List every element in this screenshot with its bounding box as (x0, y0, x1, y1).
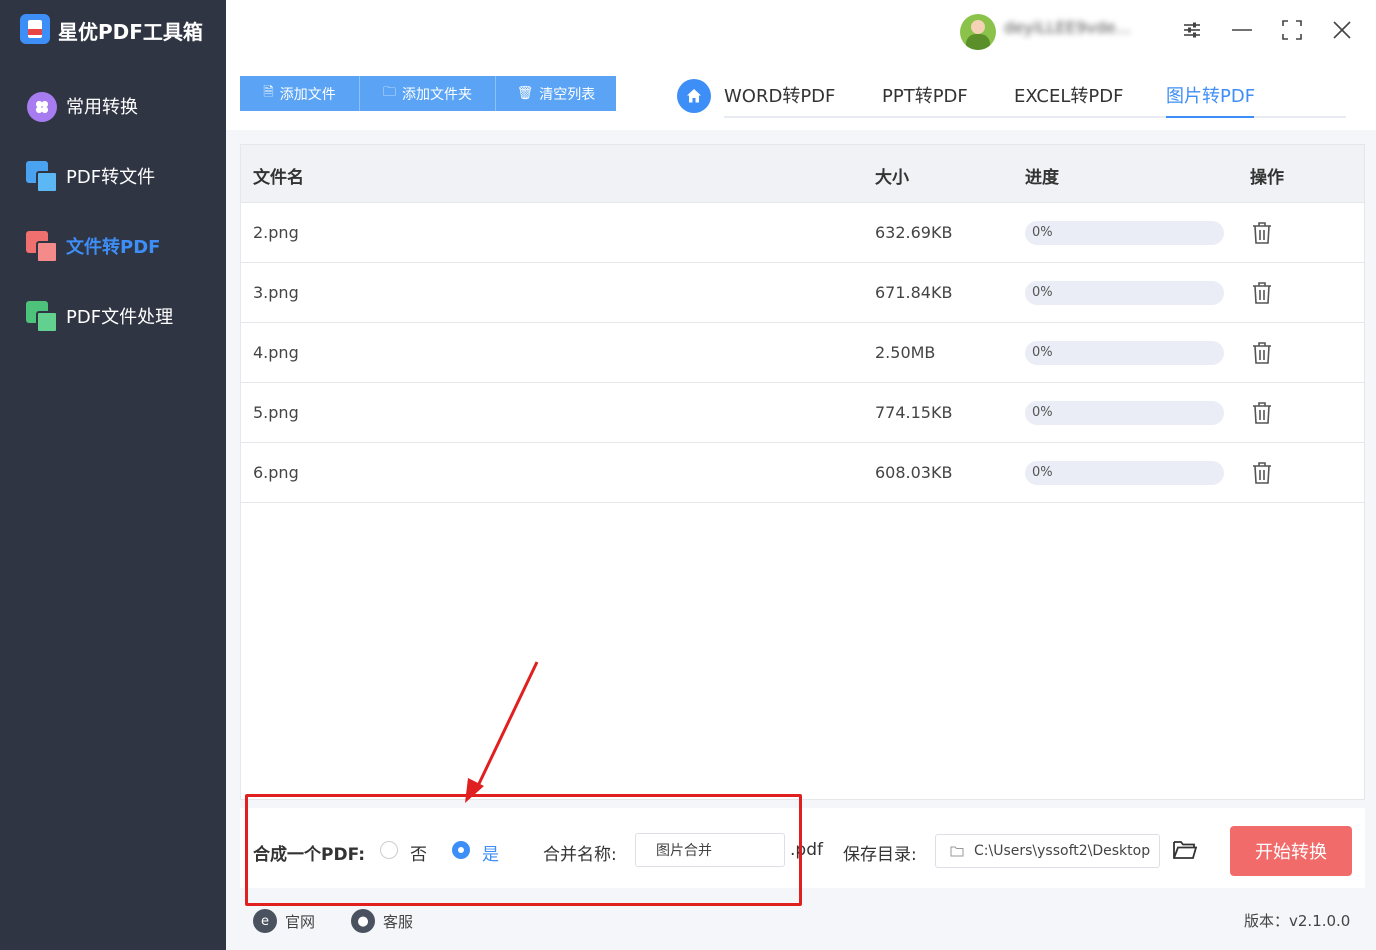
delete-row-icon[interactable] (1251, 401, 1273, 425)
chat-icon: ● (351, 909, 375, 933)
table-header: 文件名 大小 进度 操作 (241, 145, 1364, 203)
sidebar-item-label: 常用转换 (66, 97, 138, 118)
save-dir-label: 保存目录: (843, 845, 917, 865)
progress-bar: 0% (1025, 221, 1224, 245)
website-link[interactable]: e 官网 (253, 908, 315, 934)
file-size-cell: 2.50MB (875, 343, 936, 362)
progress-bar: 0% (1025, 461, 1224, 485)
delete-row-icon[interactable] (1251, 341, 1273, 365)
app-title: 星优PDF工具箱 (58, 20, 203, 44)
file-table: 文件名 大小 进度 操作 2.png 632.69KB 0% 3.png 671.84K… (240, 144, 1365, 800)
highlight-annotation-box (245, 794, 802, 906)
tab-excel-to-pdf[interactable]: EXCEL转PDF (1014, 82, 1123, 108)
column-header-name: 文件名 (253, 168, 304, 188)
username[interactable]: deyiLLEE9vde... (1004, 18, 1152, 40)
home-icon (687, 89, 701, 103)
file-size-cell: 774.15KB (875, 403, 953, 422)
file-toolbar: 🗎 添加文件 🗀 添加文件夹 🗑 清空列表 (240, 76, 616, 111)
progress-text: 0% (1032, 465, 1053, 480)
close-icon[interactable] (1326, 14, 1358, 46)
ie-icon: e (253, 909, 277, 933)
tab-word-to-pdf[interactable]: WORD转PDF (724, 82, 835, 108)
sidebar-item-common-convert[interactable]: 常用转换 (24, 86, 214, 126)
maximize-icon[interactable] (1276, 14, 1308, 46)
file-name-cell: 2.png (253, 223, 299, 242)
column-header-size: 大小 (875, 168, 909, 188)
version-label: 版本：v2.1.0.0 (1244, 912, 1351, 930)
clear-list-label: 清空列表 (539, 86, 596, 103)
progress-text: 0% (1032, 285, 1053, 300)
sidebar-item-label: PDF文件处理 (66, 307, 174, 328)
active-tab-indicator (1166, 116, 1254, 118)
file-name-cell: 3.png (253, 283, 299, 302)
file-to-pdf-icon (24, 229, 58, 263)
sidebar: 星优PDF工具箱 常用转换 PDF转文件 文件转PDF PDF文件处理 (0, 0, 226, 950)
file-size-cell: 608.03KB (875, 463, 953, 482)
pdf-to-file-icon (24, 159, 58, 193)
tab-image-to-pdf[interactable]: 图片转PDF (1166, 82, 1255, 108)
delete-row-icon[interactable] (1251, 461, 1273, 485)
minimize-icon[interactable] (1226, 14, 1258, 46)
home-button[interactable] (677, 79, 711, 113)
file-size-cell: 632.69KB (875, 223, 953, 242)
table-row: 2.png 632.69KB 0% (241, 203, 1364, 263)
progress-bar: 0% (1025, 401, 1224, 425)
app-logo-icon (20, 14, 50, 44)
pdf-processing-icon (24, 299, 58, 333)
file-name-cell: 6.png (253, 463, 299, 482)
progress-text: 0% (1032, 225, 1053, 240)
column-header-actions: 操作 (1250, 168, 1284, 188)
delete-row-icon[interactable] (1251, 221, 1273, 245)
support-label: 客服 (383, 912, 414, 931)
clear-list-button[interactable]: 🗑 清空列表 (496, 76, 616, 111)
website-label: 官网 (285, 912, 316, 931)
start-convert-button[interactable]: 开始转换 (1230, 826, 1352, 876)
column-header-progress: 进度 (1025, 168, 1059, 188)
sidebar-item-label: PDF转文件 (66, 167, 156, 188)
save-dir-input[interactable]: C:\Users\yssoft2\Desktop (935, 834, 1160, 868)
apps-icon (24, 89, 58, 123)
progress-text: 0% (1032, 405, 1053, 420)
add-file-label: 添加文件 (279, 86, 336, 103)
file-name-cell: 5.png (253, 403, 299, 422)
avatar[interactable] (960, 14, 996, 50)
progress-bar: 0% (1025, 281, 1224, 305)
progress-text: 0% (1032, 345, 1053, 360)
sidebar-item-pdf-to-file[interactable]: PDF转文件 (24, 156, 214, 196)
tab-ppt-to-pdf[interactable]: PPT转PDF (882, 82, 968, 108)
progress-bar: 0% (1025, 341, 1224, 365)
add-folder-button[interactable]: 🗀 添加文件夹 (360, 76, 496, 111)
folder-small-icon (950, 846, 964, 857)
add-file-button[interactable]: 🗎 添加文件 (240, 76, 360, 111)
table-row: 5.png 774.15KB 0% (241, 383, 1364, 443)
sidebar-item-pdf-processing[interactable]: PDF文件处理 (24, 296, 214, 336)
table-row: 4.png 2.50MB 0% (241, 323, 1364, 383)
trash-icon: 🗑 (516, 86, 534, 101)
file-icon: 🗎 (263, 84, 274, 100)
save-dir-value: C:\Users\yssoft2\Desktop (974, 843, 1151, 859)
support-link[interactable]: ● 客服 (351, 908, 413, 934)
file-name-cell: 4.png (253, 343, 299, 362)
browse-folder-icon[interactable] (1172, 838, 1198, 862)
add-folder-label: 添加文件夹 (402, 86, 472, 103)
settings-icon[interactable] (1176, 14, 1208, 46)
sidebar-item-label: 文件转PDF (66, 237, 161, 258)
file-size-cell: 671.84KB (875, 283, 953, 302)
sidebar-item-file-to-pdf[interactable]: 文件转PDF (24, 226, 214, 266)
folder-icon: 🗀 (382, 84, 396, 100)
delete-row-icon[interactable] (1251, 281, 1273, 305)
table-row: 6.png 608.03KB 0% (241, 443, 1364, 503)
table-row: 3.png 671.84KB 0% (241, 263, 1364, 323)
